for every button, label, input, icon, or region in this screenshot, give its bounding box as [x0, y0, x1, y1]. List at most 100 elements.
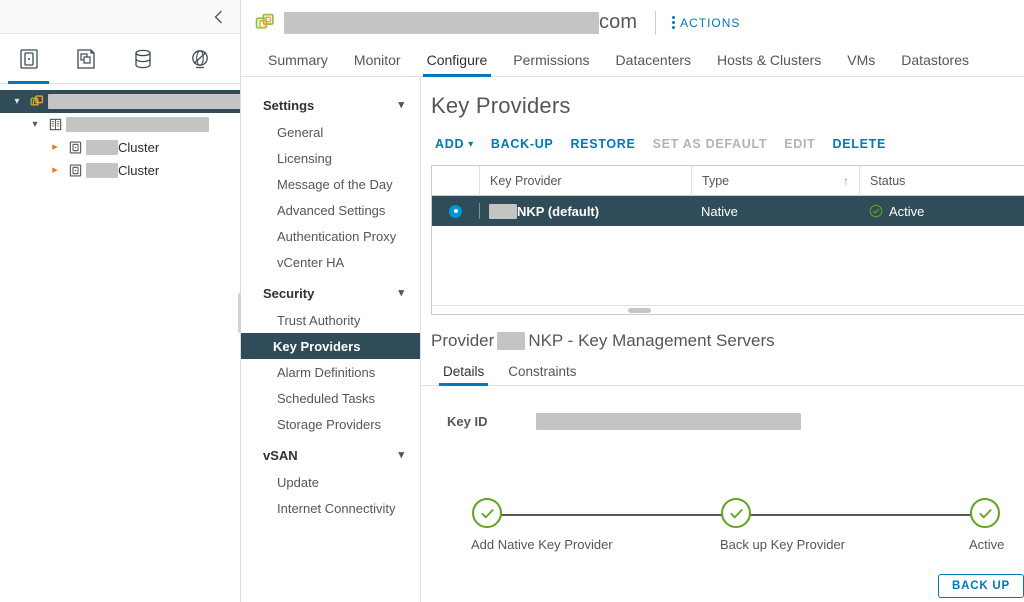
tab-summary[interactable]: Summary — [255, 44, 341, 76]
nav-item-key-providers[interactable]: Key Providers — [241, 333, 420, 359]
redacted-text — [86, 140, 118, 155]
delete-button[interactable]: DELETE — [833, 137, 904, 151]
cell-status: Active — [859, 196, 1024, 226]
inventory-tab-networking[interactable] — [171, 34, 228, 84]
vcenter-icon — [26, 94, 48, 109]
row-select-radio[interactable] — [432, 196, 479, 226]
nav-item-authentication-proxy[interactable]: Authentication Proxy — [241, 223, 420, 249]
tab-datastores[interactable]: Datastores — [888, 44, 982, 76]
tree-item-text: Cluster — [118, 163, 160, 178]
tree-item-label — [66, 117, 209, 132]
check-circle-icon — [721, 498, 751, 528]
stepper-track-2 — [736, 514, 986, 516]
cell-key-provider: NKP (default) — [479, 196, 691, 226]
vsphere-client: ▾ ▾ ▸ Cluster ▸ Cluster com ACTIONS Summ… — [0, 0, 1024, 602]
table-empty-area — [432, 226, 1024, 314]
inventory-tree: ▾ ▾ ▸ Cluster ▸ Cluster — [0, 84, 240, 602]
scrollbar-thumb[interactable] — [628, 308, 651, 313]
settings-nav: Settings ▾ General Licensing Message of … — [241, 77, 421, 602]
stepper-label: Back up Key Provider — [720, 537, 846, 552]
key-provider-name: NKP (default) — [517, 203, 600, 219]
inventory-tab-hosts-and-clusters[interactable] — [0, 34, 57, 84]
inventory-tab-strip — [0, 34, 240, 84]
twisty-icon[interactable]: ▾ — [8, 96, 26, 107]
check-circle-icon — [970, 498, 1000, 528]
tab-monitor[interactable]: Monitor — [341, 44, 414, 76]
key-providers-toolbar: ADD ▾ BACK-UP RESTORE SET AS DEFAULT EDI… — [421, 119, 1024, 151]
edit-button: EDIT — [784, 137, 816, 151]
table-header-status[interactable]: Status — [859, 166, 1024, 196]
check-circle-icon — [472, 498, 502, 528]
inventory-tab-storage[interactable] — [114, 34, 171, 84]
back-up-action-button[interactable]: BACK UP — [938, 574, 1024, 598]
tab-permissions[interactable]: Permissions — [500, 44, 602, 76]
inventory-panel: ▾ ▾ ▸ Cluster ▸ Cluster — [0, 0, 240, 602]
subtab-details[interactable]: Details — [431, 358, 496, 386]
chevron-down-icon: ▾ — [398, 98, 404, 111]
subtab-constraints[interactable]: Constraints — [496, 358, 588, 385]
actions-button[interactable]: ACTIONS — [672, 16, 740, 30]
kebab-menu-icon — [672, 16, 676, 29]
tree-item-cluster-1[interactable]: ▸ Cluster — [0, 136, 240, 159]
provider-section-title: Provider NKP - Key Management Servers — [421, 315, 1024, 351]
table-row[interactable]: NKP (default) Native Active — [432, 196, 1024, 226]
nav-item-general[interactable]: General — [241, 119, 420, 145]
nav-item-update[interactable]: Update — [241, 469, 420, 495]
nav-item-message-of-the-day[interactable]: Message of the Day — [241, 171, 420, 197]
arrow-up-icon: ↑ — [843, 173, 849, 188]
check-circle-icon — [869, 204, 883, 218]
twisty-icon[interactable]: ▸ — [46, 165, 64, 176]
stepper-step-back-up-key-provider: Back up Key Provider — [720, 498, 846, 552]
back-up-button[interactable]: BACK-UP — [491, 137, 571, 151]
redacted-text — [66, 117, 209, 132]
page-object-title: com — [284, 11, 637, 34]
header-divider — [655, 10, 657, 35]
redacted-text — [86, 163, 118, 178]
redacted-text — [48, 94, 240, 109]
nav-item-scheduled-tasks[interactable]: Scheduled Tasks — [241, 385, 420, 411]
tab-datacenters[interactable]: Datacenters — [603, 44, 704, 76]
nav-group-security[interactable]: Security ▾ — [241, 279, 420, 307]
tree-item-cluster-2[interactable]: ▸ Cluster — [0, 159, 240, 182]
nav-item-internet-connectivity[interactable]: Internet Connectivity — [241, 495, 420, 521]
page-title: Key Providers — [431, 93, 571, 118]
nav-group-vsan[interactable]: vSAN ▾ — [241, 441, 420, 469]
tab-hosts-and-clusters[interactable]: Hosts & Clusters — [704, 44, 834, 76]
provider-title-suffix: NKP - Key Management Servers — [528, 331, 775, 350]
nav-item-storage-providers[interactable]: Storage Providers — [241, 411, 420, 437]
nav-item-alarm-definitions[interactable]: Alarm Definitions — [241, 359, 420, 385]
cluster-icon — [64, 163, 86, 178]
key-id-value-redacted — [536, 413, 801, 430]
table-header-type-label: Type — [702, 173, 730, 188]
inventory-tab-vms[interactable] — [57, 34, 114, 84]
table-header-key-provider[interactable]: Key Provider — [479, 166, 691, 196]
nav-item-vcenter-ha[interactable]: vCenter HA — [241, 249, 420, 275]
restore-button[interactable]: RESTORE — [570, 137, 652, 151]
chevron-down-icon: ▾ — [398, 448, 404, 461]
content-panel: com ACTIONS Summary Monitor Configure Pe… — [241, 0, 1024, 602]
tree-item-vcenter[interactable]: ▾ — [0, 90, 240, 113]
vcenter-icon — [255, 12, 276, 33]
tree-item-datacenter[interactable]: ▾ — [0, 113, 240, 136]
table-header-type[interactable]: Type ↑ — [691, 166, 859, 196]
add-button-label: ADD — [435, 137, 465, 151]
tree-item-label — [48, 94, 240, 109]
key-providers-table: Key Provider Type ↑ Status NKP (default)… — [431, 165, 1024, 315]
twisty-icon[interactable]: ▾ — [26, 119, 44, 130]
stepper-step-active: Active — [969, 498, 1005, 552]
tab-configure[interactable]: Configure — [414, 44, 501, 77]
provider-subtab-bar: Details Constraints — [421, 359, 1024, 386]
nav-group-settings[interactable]: Settings ▾ — [241, 91, 420, 119]
nav-item-trust-authority[interactable]: Trust Authority — [241, 307, 420, 333]
table-header-select — [432, 166, 479, 196]
chevron-left-icon[interactable] — [209, 8, 227, 26]
stepper-label: Active — [969, 537, 1005, 552]
tab-vms[interactable]: VMs — [834, 44, 888, 76]
table-horizontal-scrollbar[interactable] — [432, 305, 1024, 314]
nav-item-advanced-settings[interactable]: Advanced Settings — [241, 197, 420, 223]
object-header: com ACTIONS — [241, 0, 1024, 45]
nav-item-licensing[interactable]: Licensing — [241, 145, 420, 171]
set-as-default-button: SET AS DEFAULT — [652, 137, 768, 151]
add-button[interactable]: ADD ▾ — [435, 137, 491, 151]
twisty-icon[interactable]: ▸ — [46, 142, 64, 153]
